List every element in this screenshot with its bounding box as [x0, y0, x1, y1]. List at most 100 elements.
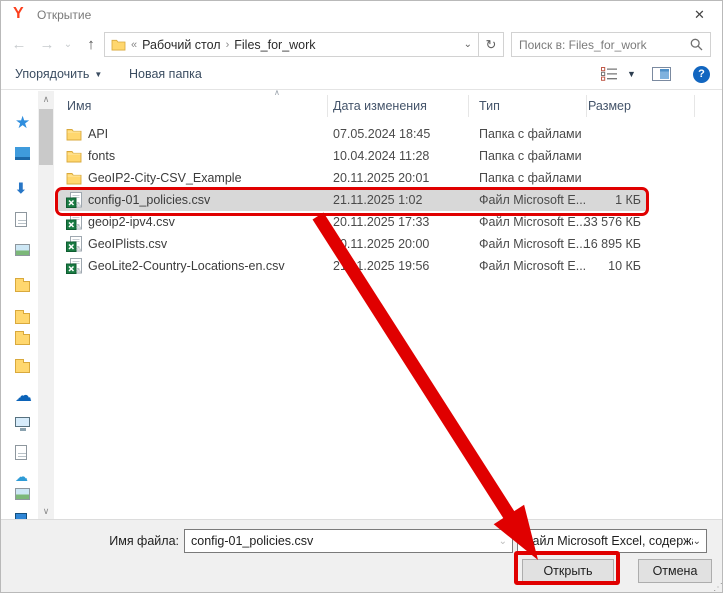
close-button[interactable]: ✕: [677, 1, 722, 29]
file-date: 20.11.2025 17:33: [333, 215, 429, 229]
file-name: geoip2-ipv4.csv: [88, 215, 175, 229]
forward-button[interactable]: →: [37, 29, 57, 59]
sidebar-item-pictures2-icon[interactable]: [15, 488, 35, 506]
column-header-name[interactable]: Имя: [67, 99, 91, 113]
file-type: Папка с файлами: [479, 127, 582, 141]
file-date: 20.11.2025 20:00: [333, 237, 429, 251]
sidebar-item-cloud-icon[interactable]: ☁: [15, 468, 35, 486]
file-row[interactable]: a,geoip2-ipv4.csv20.11.2025 17:33Файл Mi…: [57, 211, 647, 233]
column-divider[interactable]: [468, 95, 469, 117]
column-header-size[interactable]: Размер: [588, 99, 631, 113]
file-name: fonts: [88, 149, 115, 163]
help-button[interactable]: ?: [693, 59, 710, 89]
file-type: Папка с файлами: [479, 171, 582, 185]
excel-file-icon: a,: [66, 236, 82, 252]
recent-locations-button[interactable]: ⌄: [61, 29, 75, 59]
filename-combobox: ⌄: [184, 529, 513, 553]
folder-icon: [66, 171, 82, 185]
address-dropdown-icon[interactable]: ⌄: [464, 39, 472, 50]
list-header: ∧ Имя Дата изменения Тип Размер: [56, 93, 723, 119]
new-folder-label: Новая папка: [129, 67, 202, 81]
column-divider[interactable]: [327, 95, 328, 117]
column-divider[interactable]: [586, 95, 587, 117]
file-row[interactable]: API 07.05.2024 18:45 Папка с файлами: [57, 123, 647, 145]
view-chevron-button[interactable]: ▼: [627, 59, 636, 89]
scroll-up-icon[interactable]: ∧: [38, 91, 54, 107]
file-date: 07.05.2024 18:45: [333, 127, 430, 141]
sidebar-item-pictures-icon[interactable]: [15, 244, 35, 262]
svg-text:a,: a,: [77, 246, 82, 252]
organize-label: Упорядочить: [15, 67, 89, 81]
chevron-down-icon: ⌄: [64, 39, 72, 50]
sidebar-item-downloads-icon[interactable]: ⬇: [15, 179, 35, 197]
sidebar-scrollbar[interactable]: ∧ ∨: [38, 91, 54, 519]
file-row[interactable]: GeoIP2-City-CSV_Example 20.11.2025 20:01 П…: [57, 167, 647, 189]
view-details-button[interactable]: [601, 59, 618, 89]
filetype-chevron-icon: ⌄: [693, 536, 701, 547]
refresh-icon: ↻: [486, 37, 497, 53]
file-name: API: [88, 127, 108, 141]
up-icon: ↑: [87, 36, 95, 53]
filetype-value: Файл Microsoft Excel, содержа: [523, 534, 693, 548]
up-button[interactable]: ↑: [81, 29, 101, 59]
file-size: 1 КБ: [531, 193, 641, 207]
navigation-bar: ← → ⌄ ↑ « Рабочий стол › Files_for_work …: [1, 29, 722, 59]
breadcrumb-files-for-work[interactable]: Files_for_work: [234, 38, 315, 52]
file-name: GeoIPlists.csv: [88, 237, 167, 251]
sidebar-item-folder-icon[interactable]: [15, 330, 35, 348]
svg-text:a,: a,: [77, 202, 82, 208]
sidebar-item-documents-icon[interactable]: [15, 212, 35, 230]
forward-icon: →: [40, 36, 55, 53]
preview-pane-icon: [652, 67, 671, 81]
preview-pane-button[interactable]: [652, 59, 671, 89]
address-bar[interactable]: « Рабочий стол › Files_for_work ⌄: [104, 32, 479, 57]
window-title: Открытие: [37, 8, 91, 22]
scroll-down-icon[interactable]: ∨: [38, 503, 54, 519]
cancel-button[interactable]: Отмена: [638, 559, 712, 583]
new-folder-button[interactable]: Новая папка: [129, 59, 202, 89]
sidebar-item-onedrive-icon[interactable]: ☁: [15, 387, 35, 405]
column-header-date[interactable]: Дата изменения: [333, 99, 427, 113]
column-header-type[interactable]: Тип: [479, 99, 500, 113]
close-icon: ✕: [694, 7, 705, 23]
sidebar-item-folder-icon[interactable]: [15, 277, 35, 295]
filename-chevron-icon[interactable]: ⌄: [499, 536, 512, 547]
filename-label: Имя файла:: [79, 534, 179, 548]
breadcrumb-desktop[interactable]: Рабочий стол: [142, 38, 220, 52]
yandex-logo-icon: Y: [13, 6, 29, 22]
sort-ascending-icon: ∧: [274, 88, 280, 97]
open-button[interactable]: Открыть: [522, 559, 614, 583]
file-row[interactable]: fonts10.04.2024 11:28Папка с файлами: [57, 145, 647, 167]
sidebar-item-desktop-icon[interactable]: [15, 147, 35, 165]
search-input[interactable]: [519, 38, 690, 52]
file-size: 33 576 КБ: [531, 215, 641, 229]
file-row[interactable]: a,config-01_policies.csv21.11.2025 1:02Ф…: [57, 189, 647, 211]
file-size: 16 895 КБ: [531, 237, 641, 251]
file-row[interactable]: a,GeoLite2-Country-Locations-en.csv21.11…: [57, 255, 647, 277]
file-name: config-01_policies.csv: [88, 193, 210, 207]
filename-input[interactable]: [185, 534, 499, 548]
organize-button[interactable]: Упорядочить ▼: [15, 59, 102, 89]
sidebar-item-thispc-icon[interactable]: [15, 417, 35, 435]
navigation-pane: ★ ⬇ ☁ ☁: [1, 91, 37, 519]
filetype-dropdown[interactable]: Файл Microsoft Excel, содержа ⌄: [517, 529, 707, 553]
sidebar-item-folder-icon[interactable]: [15, 358, 35, 376]
file-name: GeoIP2-City-CSV_Example: [88, 171, 242, 185]
back-icon: ←: [12, 36, 27, 53]
column-divider[interactable]: [694, 95, 695, 117]
file-date: 20.11.2025 20:01: [333, 171, 429, 185]
back-button[interactable]: ←: [9, 29, 29, 59]
resize-grip[interactable]: ⋰: [713, 582, 722, 593]
file-type: Папка с файлами: [479, 149, 582, 163]
refresh-button[interactable]: ↻: [479, 32, 504, 57]
file-size: 10 КБ: [531, 259, 641, 273]
folder-icon: [66, 149, 82, 163]
crumb-overflow-icon[interactable]: «: [131, 39, 137, 51]
file-row[interactable]: a,GeoIPlists.csv20.11.2025 20:00Файл Mic…: [57, 233, 647, 255]
sidebar-item-star-icon[interactable]: ★: [15, 114, 35, 132]
scrollbar-thumb[interactable]: [39, 109, 53, 165]
sidebar-item-network-icon[interactable]: [15, 509, 35, 519]
svg-text:a,: a,: [77, 224, 82, 230]
sidebar-item-documents2-icon[interactable]: [15, 445, 35, 463]
sidebar-item-folder-icon[interactable]: [15, 309, 35, 327]
